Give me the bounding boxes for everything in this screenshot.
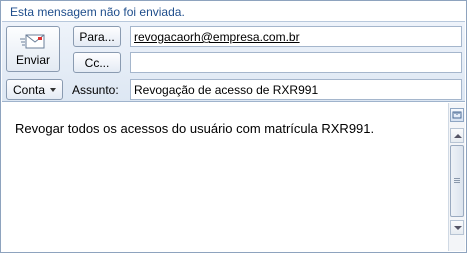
send-button[interactable]: Enviar [6, 26, 60, 72]
scroll-down-button[interactable] [450, 220, 464, 235]
arrow-up-icon [454, 134, 462, 138]
ruler-toggle-icon[interactable] [450, 108, 464, 122]
subject-field[interactable]: Revogação de acesso de RXR991 [130, 79, 462, 100]
to-button-label: Para... [79, 30, 115, 44]
send-label: Enviar [15, 53, 50, 67]
account-label: Conta [13, 83, 46, 97]
ruler-icon [452, 111, 462, 119]
subject-label: Assunto: [72, 83, 119, 97]
arrow-down-icon [454, 226, 462, 230]
to-field[interactable]: revogacaorh@empresa.com.br [130, 26, 462, 47]
message-body[interactable]: Revogar todos os acessos do usuário com … [2, 103, 448, 251]
grip-line [454, 178, 460, 179]
infobar-text: Esta mensagem não foi enviada. [10, 5, 185, 19]
compose-window: Esta mensagem não foi enviada. Enviar Pa… [0, 0, 467, 253]
chevron-down-icon [50, 88, 56, 92]
message-header: Enviar Para... revogacaorh@empresa.com.b… [2, 22, 465, 102]
body-text: Revogar todos os acessos do usuário com … [15, 121, 375, 136]
to-address: revogacaorh@empresa.com.br [134, 30, 300, 44]
cc-button[interactable]: Cc... [73, 52, 121, 73]
grip-line [454, 180, 460, 181]
not-sent-infobar: Esta mensagem não foi enviada. [2, 2, 465, 22]
scroll-thumb[interactable] [450, 145, 464, 217]
cc-field[interactable] [130, 52, 462, 73]
body-scrollbar[interactable] [448, 103, 465, 251]
envelope-icon [20, 34, 45, 49]
account-button[interactable]: Conta [6, 79, 63, 100]
subject-value: Revogação de acesso de RXR991 [134, 83, 319, 97]
scroll-up-button[interactable] [450, 128, 464, 143]
to-button[interactable]: Para... [73, 26, 121, 47]
cc-button-label: Cc... [84, 56, 110, 70]
grip-line [454, 182, 460, 183]
